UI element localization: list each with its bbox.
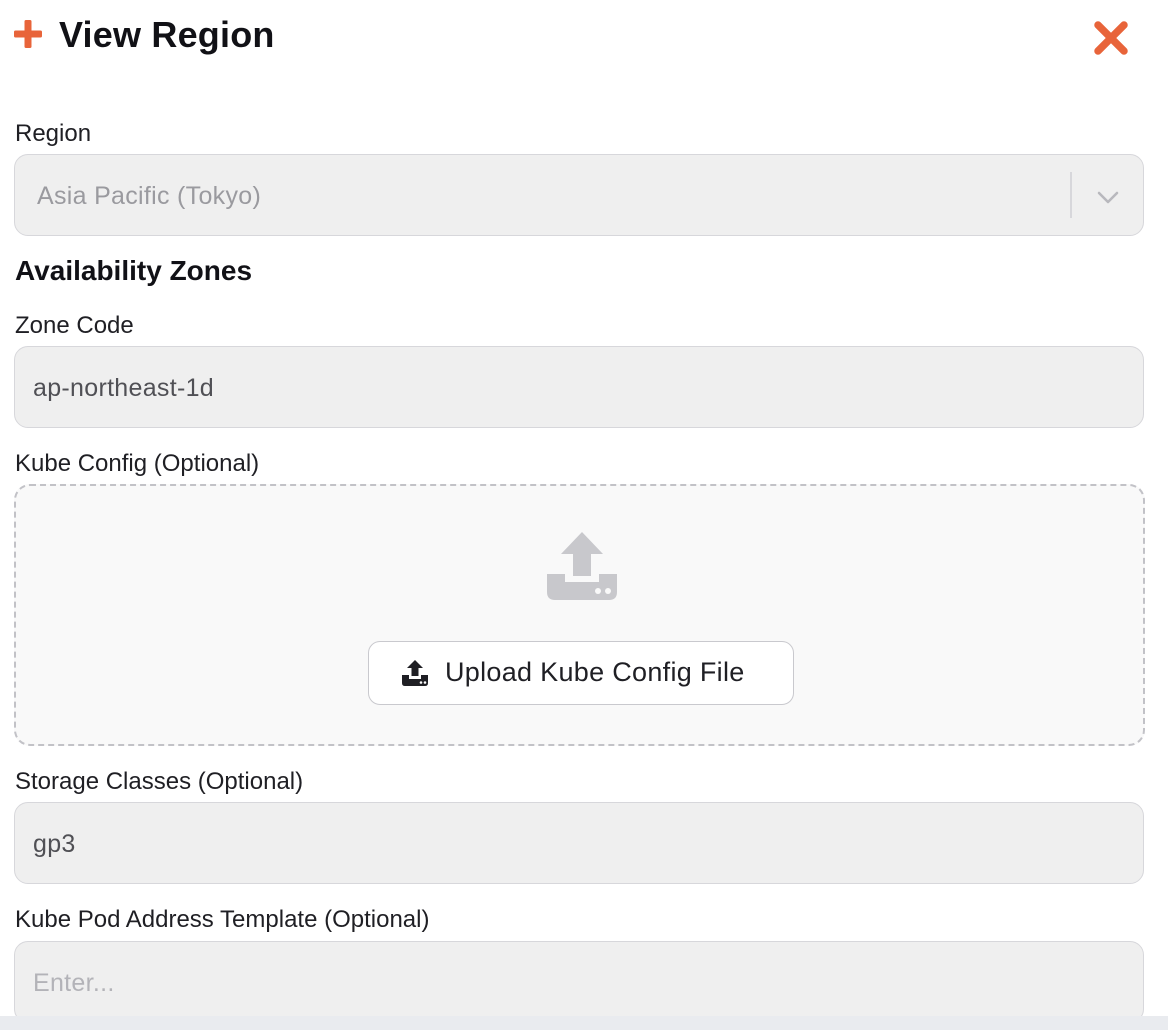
kube-pod-address-template-label: Kube Pod Address Template (Optional)	[15, 906, 430, 933]
upload-button-label: Upload Kube Config File	[445, 657, 745, 687]
zone-code-value: ap-northeast-1d	[33, 374, 215, 402]
kube-config-label: Kube Config (Optional)	[15, 450, 260, 477]
zone-code-field[interactable]: ap-northeast-1d	[14, 346, 1144, 428]
kube-config-dropzone[interactable]: Upload Kube Config File	[14, 484, 1145, 746]
storage-classes-value: gp3	[33, 830, 76, 858]
region-select[interactable]: Asia Pacific (Tokyo)	[14, 154, 1144, 236]
region-selected-value: Asia Pacific (Tokyo)	[37, 182, 262, 210]
plus-icon	[14, 20, 42, 48]
kube-pod-address-template-placeholder: Enter...	[33, 969, 115, 997]
upload-kube-config-button[interactable]: Upload Kube Config File	[368, 641, 794, 705]
region-label: Region	[15, 120, 92, 147]
page-title: View Region	[59, 14, 275, 55]
select-divider	[1070, 172, 1072, 218]
upload-icon	[402, 660, 428, 686]
availability-zones-heading: Availability Zones	[15, 255, 253, 286]
zone-code-label: Zone Code	[15, 312, 134, 339]
storage-classes-field[interactable]: gp3	[14, 802, 1144, 884]
upload-icon	[547, 532, 617, 600]
chevron-down-icon[interactable]	[1095, 184, 1121, 210]
modal-footer-bar	[0, 1016, 1168, 1030]
modal-header: View Region	[0, 0, 1168, 74]
view-region-modal: View Region Region Asia Pacific (Tokyo) …	[0, 0, 1168, 1030]
close-icon[interactable]	[1092, 19, 1130, 57]
kube-pod-address-template-field[interactable]: Enter...	[14, 941, 1144, 1023]
storage-classes-label: Storage Classes (Optional)	[15, 768, 304, 795]
